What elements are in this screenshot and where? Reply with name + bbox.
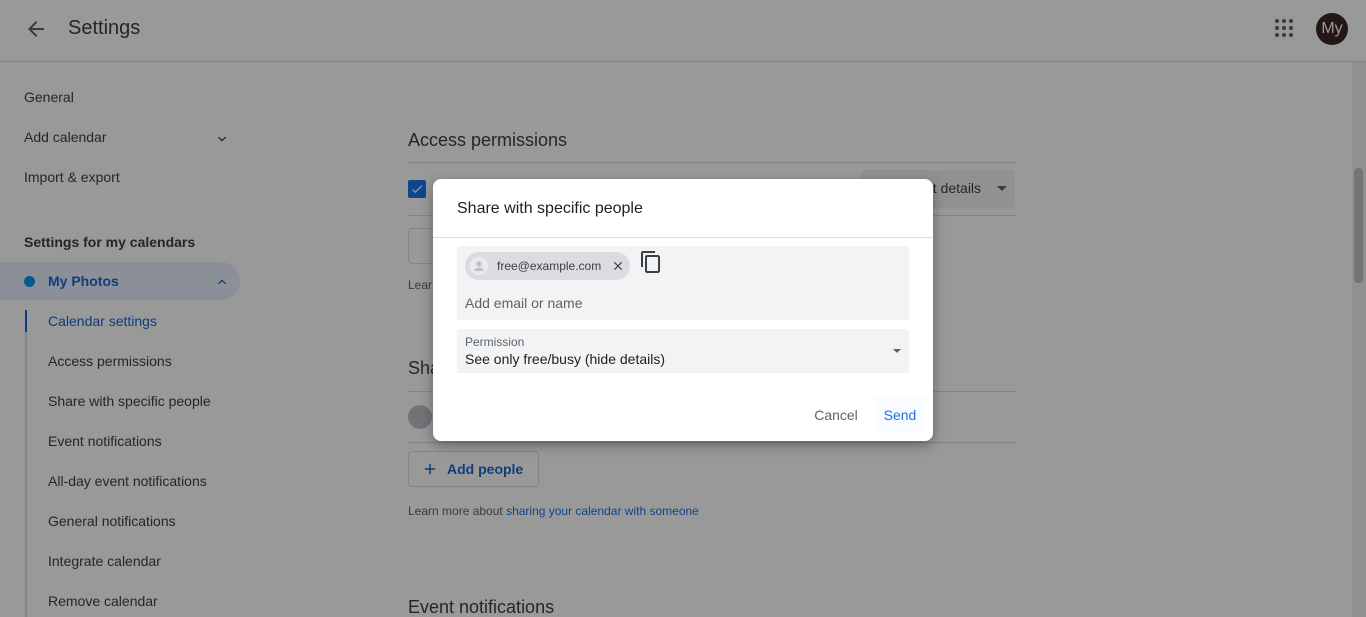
people-input-box[interactable]: free@example.com [457,246,909,320]
person-icon [465,252,493,280]
add-email-input[interactable] [465,292,895,314]
send-button[interactable]: Send [875,397,925,433]
permission-value: See only free/busy (hide details) [465,351,665,367]
permission-label: Permission [465,335,525,349]
dialog-title: Share with specific people [457,200,643,217]
cancel-button[interactable]: Cancel [803,397,869,433]
chip-email: free@example.com [497,259,602,273]
close-icon [613,261,623,271]
permission-select[interactable]: Permission See only free/busy (hide deta… [457,329,909,373]
share-dialog: Share with specific people free@example.… [433,179,933,441]
copy-icon[interactable] [639,250,663,274]
email-chip[interactable]: free@example.com [465,252,630,280]
caret-down-icon [893,349,901,353]
chip-remove-button[interactable] [610,258,626,274]
settings-app: Settings My General Add calendar Import … [0,0,1366,617]
dialog-divider [433,237,933,238]
